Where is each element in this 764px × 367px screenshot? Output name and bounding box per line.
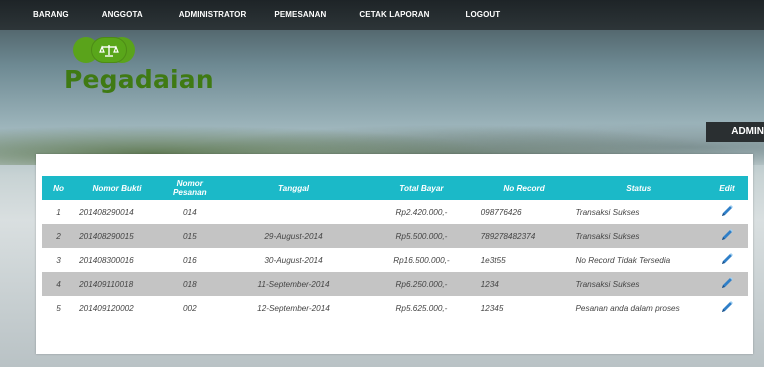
- table-row: 3 201408300016 016 30-August-2014 Rp16.5…: [42, 248, 748, 272]
- admin-badge: ADMIN: [706, 122, 764, 142]
- cell-nomor-bukti: 201408290015: [75, 224, 159, 248]
- col-header-status: Status: [571, 176, 707, 200]
- cell-no: 3: [42, 248, 76, 272]
- cell-total-bayar: Rp5.500.000,-: [366, 224, 477, 248]
- pencil-icon[interactable]: [720, 228, 734, 242]
- cell-status: Pesanan anda dalam proses: [571, 296, 707, 320]
- cell-tanggal: 29-August-2014: [220, 224, 367, 248]
- logo-text: Pegadaian: [64, 65, 214, 94]
- table-row: 1 201408290014 014 Rp2.420.000,- 0987764…: [42, 200, 748, 224]
- table-row: 2 201408290015 015 29-August-2014 Rp5.50…: [42, 224, 748, 248]
- pencil-icon[interactable]: [720, 300, 734, 314]
- col-header-edit: Edit: [706, 176, 748, 200]
- edit-button[interactable]: [706, 224, 748, 248]
- pencil-icon[interactable]: [720, 252, 734, 266]
- edit-button[interactable]: [706, 248, 748, 272]
- cell-nomor-bukti: 201409110018: [75, 272, 159, 296]
- cell-nomor-bukti: 201408300016: [75, 248, 159, 272]
- edit-button[interactable]: [706, 200, 748, 224]
- pencil-icon[interactable]: [720, 276, 734, 290]
- cell-nomor-bukti: 201408290014: [75, 200, 159, 224]
- edit-button[interactable]: [706, 296, 748, 320]
- cell-tanggal: [220, 200, 367, 224]
- nav-menu: BARANG ANGGOTA ADMINISTRATOR PEMESANAN C…: [0, 0, 764, 30]
- cell-nomor-bukti: 201409120002: [75, 296, 159, 320]
- nav-item-pemesanan[interactable]: PEMESANAN: [274, 0, 326, 30]
- cell-nomor-pesanan: 014: [158, 200, 221, 224]
- cell-total-bayar: Rp2.420.000,-: [366, 200, 477, 224]
- col-header-nomor-bukti: Nomor Bukti: [75, 176, 159, 200]
- cell-nomor-pesanan: 015: [158, 224, 221, 248]
- col-header-nomor-pesanan: Nomor Pesanan: [158, 176, 221, 200]
- cell-no-record: 12345: [476, 296, 572, 320]
- nav-item-administrator[interactable]: ADMINISTRATOR: [179, 0, 247, 30]
- cell-no-record: 1e3t55: [476, 248, 572, 272]
- col-header-no: No: [42, 176, 76, 200]
- cell-tanggal: 12-September-2014: [220, 296, 367, 320]
- logo-mark: [73, 37, 145, 63]
- cell-nomor-pesanan: 016: [158, 248, 221, 272]
- cell-no-record: 1234: [476, 272, 572, 296]
- cell-no: 1: [42, 200, 76, 224]
- cell-total-bayar: Rp16.500.000,-: [366, 248, 477, 272]
- cell-tanggal: 11-September-2014: [220, 272, 367, 296]
- content-panel: No Nomor Bukti Nomor Pesanan Tanggal Tot…: [36, 154, 753, 354]
- nav-item-logout[interactable]: LOGOUT: [465, 0, 500, 30]
- col-header-tanggal: Tanggal: [220, 176, 367, 200]
- nav-item-anggota[interactable]: ANGGOTA: [102, 0, 143, 30]
- pencil-icon[interactable]: [720, 204, 734, 218]
- table-row: 4 201409110018 018 11-September-2014 Rp6…: [42, 272, 748, 296]
- cell-nomor-pesanan: 018: [158, 272, 221, 296]
- cell-status: Transaksi Sukses: [571, 224, 707, 248]
- cell-no: 2: [42, 224, 76, 248]
- cell-status: No Record Tidak Tersedia: [571, 248, 707, 272]
- cell-no: 5: [42, 296, 76, 320]
- nav-item-cetak-laporan[interactable]: CETAK LAPORAN: [359, 0, 429, 30]
- top-navigation-bar: BARANG ANGGOTA ADMINISTRATOR PEMESANAN C…: [0, 0, 764, 30]
- pemesanan-table: No Nomor Bukti Nomor Pesanan Tanggal Tot…: [42, 176, 748, 320]
- nav-item-barang[interactable]: BARANG: [33, 0, 69, 30]
- cell-total-bayar: Rp5.625.000,-: [366, 296, 477, 320]
- cell-nomor-pesanan: 002: [158, 296, 221, 320]
- cell-no-record: 098776426: [476, 200, 572, 224]
- table-row: 5 201409120002 002 12-September-2014 Rp5…: [42, 296, 748, 320]
- scales-icon: [91, 37, 127, 63]
- cell-total-bayar: Rp6.250.000,-: [366, 272, 477, 296]
- cell-no: 4: [42, 272, 76, 296]
- cell-tanggal: 30-August-2014: [220, 248, 367, 272]
- cell-no-record: 789278482374: [476, 224, 572, 248]
- col-header-no-record: No Record: [476, 176, 572, 200]
- pegadaian-logo: Pegadaian: [64, 37, 214, 94]
- cell-status: Transaksi Sukses: [571, 200, 707, 224]
- table-header-row: No Nomor Bukti Nomor Pesanan Tanggal Tot…: [42, 176, 748, 200]
- col-header-total-bayar: Total Bayar: [366, 176, 477, 200]
- edit-button[interactable]: [706, 272, 748, 296]
- cell-status: Transaksi Sukses: [571, 272, 707, 296]
